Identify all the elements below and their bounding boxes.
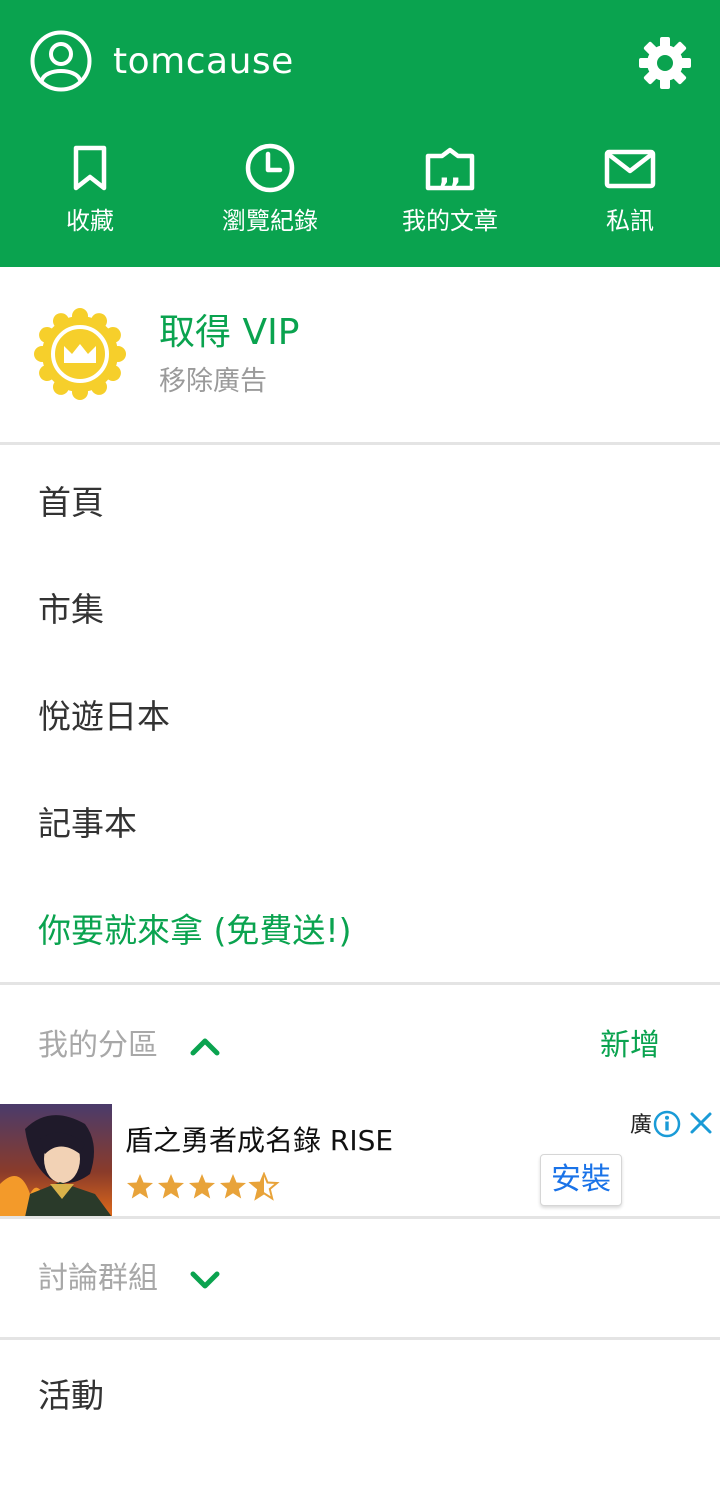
crown-badge-icon bbox=[34, 308, 126, 400]
quick-action-favorites[interactable]: 收藏 bbox=[0, 140, 180, 250]
clock-icon bbox=[245, 143, 295, 193]
divider bbox=[0, 982, 720, 985]
quick-action-label: 瀏覽紀錄 bbox=[222, 207, 318, 235]
quick-action-my-articles[interactable]: ,, 我的文章 bbox=[360, 140, 540, 250]
username[interactable]: tomcause bbox=[113, 40, 294, 84]
ad-title[interactable]: 盾之勇者成名錄 RISE bbox=[125, 1122, 393, 1160]
add-section-link[interactable]: 新增 bbox=[600, 1026, 660, 1066]
vip-title: 取得 VIP bbox=[159, 312, 300, 353]
menu-item-market[interactable]: 市集 bbox=[38, 588, 104, 632]
svg-text:,,: ,, bbox=[439, 156, 462, 191]
mail-icon bbox=[604, 149, 656, 189]
quick-action-messages[interactable]: 私訊 bbox=[540, 140, 720, 250]
menu-item-home[interactable]: 首頁 bbox=[38, 481, 104, 525]
menu-item-free-giveaway[interactable]: 你要就來拿 (免費送!) bbox=[38, 909, 351, 953]
bookmark-icon bbox=[73, 145, 107, 191]
ad-game-thumbnail[interactable] bbox=[0, 1104, 112, 1217]
quick-action-label: 我的文章 bbox=[402, 207, 498, 235]
ad-label: 廣 bbox=[630, 1113, 653, 1138]
close-ad-icon[interactable] bbox=[688, 1110, 714, 1136]
divider bbox=[0, 1337, 720, 1340]
settings-gear-icon[interactable] bbox=[638, 36, 692, 90]
menu-item-japan-travel[interactable]: 悅遊日本 bbox=[38, 695, 170, 739]
discussion-groups-toggle[interactable]: 討論群組 bbox=[38, 1259, 158, 1299]
divider bbox=[0, 442, 720, 445]
chevron-down-icon[interactable] bbox=[188, 1263, 222, 1297]
menu-item-events[interactable]: 活動 bbox=[38, 1374, 104, 1418]
chevron-up-icon[interactable] bbox=[188, 1030, 222, 1064]
quick-action-history[interactable]: 瀏覽紀錄 bbox=[180, 140, 360, 250]
quick-action-label: 收藏 bbox=[66, 207, 114, 235]
vip-subtitle: 移除廣告 bbox=[159, 366, 267, 397]
divider bbox=[0, 1216, 720, 1219]
article-quote-icon: ,, bbox=[425, 147, 475, 191]
menu-item-notebook[interactable]: 記事本 bbox=[38, 802, 137, 846]
install-button[interactable]: 安裝 bbox=[540, 1154, 622, 1206]
rating-stars bbox=[127, 1172, 280, 1201]
my-sections-toggle[interactable]: 我的分區 bbox=[38, 1026, 158, 1066]
quick-action-label: 私訊 bbox=[606, 207, 654, 235]
user-avatar-icon[interactable] bbox=[30, 30, 92, 92]
ad-info-icon[interactable] bbox=[653, 1110, 681, 1138]
